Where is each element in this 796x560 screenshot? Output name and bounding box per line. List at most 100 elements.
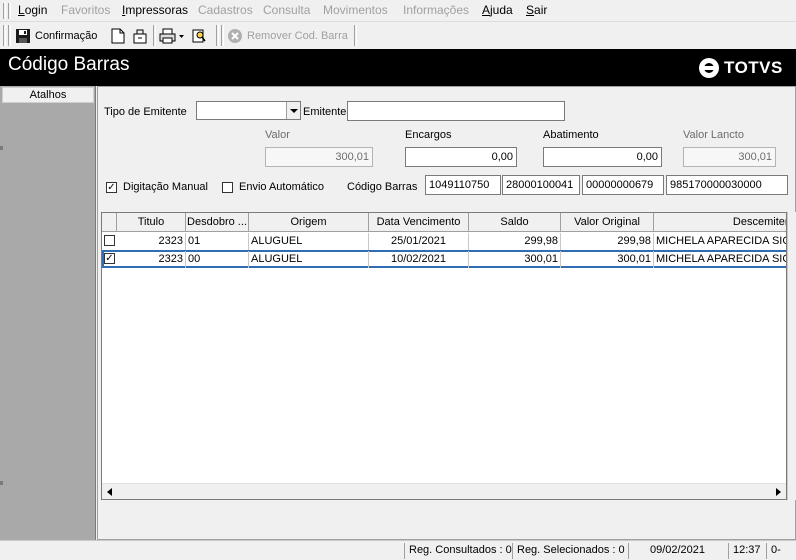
barcode-input-1[interactable]: 1049110750 — [425, 175, 501, 195]
toolbar-grip — [8, 25, 11, 46]
cell-titulo: 2323 — [117, 251, 186, 268]
toolbar-separator — [216, 25, 219, 46]
scroll-left-button[interactable] — [102, 484, 118, 499]
print-button[interactable] — [159, 26, 185, 46]
cell-desdobro: 01 — [186, 233, 249, 250]
grid-header-check[interactable] — [102, 213, 117, 232]
codigo-barras-label: Código Barras — [347, 181, 418, 193]
cell-vencimento: 25/01/2021 — [369, 233, 469, 250]
row-checkbox-cell[interactable] — [102, 233, 117, 250]
menu-impressoras[interactable]: Impressoras — [122, 3, 188, 17]
barcode-input-3[interactable]: 00000000679 — [582, 175, 664, 195]
edit-search-icon — [192, 29, 206, 43]
arrow-left-icon — [107, 488, 112, 496]
grid-header-origem[interactable]: Origem — [249, 213, 369, 232]
confirm-label: Confirmação — [35, 30, 98, 42]
shortcuts-header[interactable]: Atalhos — [2, 87, 94, 103]
status-extra: 0- — [766, 543, 781, 559]
row-checkbox[interactable]: ✓ — [104, 253, 115, 264]
chevron-down-icon[interactable] — [286, 102, 300, 119]
status-bar: Reg. Consultados : 0 Reg. Selecionados :… — [0, 540, 796, 560]
emitente-input[interactable] — [347, 101, 565, 121]
titles-grid: Titulo Desdobro ... Origem Data Vencimen… — [101, 212, 787, 500]
barcode-input-4[interactable]: 985170000030000 — [666, 175, 788, 195]
menu-ajuda[interactable]: Ajuda — [482, 3, 513, 17]
menu-informacoes[interactable]: Informações — [403, 3, 469, 17]
barcode-input-2[interactable]: 28000100041 — [502, 175, 580, 195]
dropdown-arrow-icon[interactable] — [178, 28, 185, 44]
status-time: 12:37 — [728, 543, 761, 559]
new-document-icon — [111, 28, 125, 44]
new-document-button[interactable] — [111, 26, 125, 46]
totvs-logo-icon — [699, 58, 719, 78]
status-consultados: Reg. Consultados : 0 — [404, 543, 512, 559]
abatimento-input[interactable]: 0,00 — [543, 147, 662, 167]
arrow-right-icon — [776, 488, 781, 496]
menu-sair[interactable]: Sair — [526, 3, 547, 17]
envio-automatico-label: Envio Automático — [239, 181, 324, 193]
cell-vencimento: 10/02/2021 — [369, 251, 469, 268]
status-selecionados: Reg. Selecionados : 0 — [512, 543, 625, 559]
menu-grip — [8, 3, 11, 19]
cell-valor-original: 300,01 — [561, 251, 654, 268]
menu-login[interactable]: Login — [18, 3, 47, 17]
brand-logo: TOTVS — [698, 57, 783, 79]
printer-icon — [159, 28, 176, 44]
cell-saldo: 300,01 — [469, 251, 561, 268]
cell-saldo: 299,98 — [469, 233, 561, 250]
remove-barcode-label: Remover Cod. Barra — [247, 30, 348, 42]
grid-header-titulo[interactable]: Titulo — [117, 213, 186, 232]
row-checkbox[interactable] — [104, 235, 115, 246]
menu-movimentos[interactable]: Movimentos — [323, 3, 388, 17]
grid-header-desdobro[interactable]: Desdobro ... — [186, 213, 249, 232]
tipo-emitente-label: Tipo de Emitente — [104, 106, 187, 118]
remove-icon — [228, 29, 242, 43]
toolbar-separator — [221, 25, 224, 46]
status-date: 09/02/2021 — [628, 543, 726, 559]
horizontal-scrollbar[interactable] — [102, 483, 786, 499]
remove-barcode-button[interactable]: Remover Cod. Barra — [227, 26, 348, 46]
menu-consulta[interactable]: Consulta — [263, 3, 310, 17]
grid-header-descemitente[interactable]: Descemiten — [654, 213, 786, 232]
tipo-emitente-select[interactable] — [196, 101, 301, 120]
page-title: Código Barras — [8, 54, 130, 75]
menu-cadastros[interactable]: Cadastros — [198, 3, 253, 17]
abatimento-label: Abatimento — [543, 129, 599, 141]
menu-bar: Login Favoritos Impressoras Cadastros Co… — [0, 0, 796, 22]
emitente-label: Emitente — [303, 106, 347, 118]
vertical-scrollbar[interactable] — [787, 212, 796, 500]
cell-origem: ALUGUEL — [249, 233, 369, 250]
cell-descemitente: MICHELA APARECIDA SIC — [656, 235, 787, 247]
scroll-right-button[interactable] — [770, 484, 786, 499]
encargos-label: Encargos — [405, 129, 452, 141]
menu-favoritos[interactable]: Favoritos — [61, 3, 110, 17]
menu-grip — [3, 3, 6, 19]
cell-desdobro: 00 — [186, 251, 249, 268]
edit-search-button[interactable] — [191, 26, 207, 46]
valor-label: Valor — [265, 129, 290, 141]
export-icon — [133, 29, 147, 44]
title-bar: Código Barras TOTVS — [0, 49, 796, 86]
cell-titulo: 2323 — [117, 233, 186, 250]
export-button[interactable] — [132, 26, 148, 46]
shortcuts-panel: Atalhos — [0, 86, 96, 540]
grid-header-vencimento[interactable]: Data Vencimento — [369, 213, 469, 232]
grid-header-saldo[interactable]: Saldo — [469, 213, 561, 232]
cell-valor-original: 299,98 — [561, 233, 654, 250]
panel-divider — [0, 481, 3, 485]
cell-descemitente: MICHELA APARECIDA SIC — [656, 253, 787, 265]
grid-header-valor-original[interactable]: Valor Original — [561, 213, 654, 232]
valor-field: 300,01 — [265, 147, 373, 167]
encargos-input[interactable]: 0,00 — [405, 147, 517, 167]
envio-automatico-checkbox[interactable] — [222, 182, 233, 193]
toolbar-separator — [153, 25, 156, 46]
digitacao-manual-label: Digitação Manual — [123, 181, 208, 193]
cell-origem: ALUGUEL — [249, 251, 369, 268]
confirm-button[interactable]: Confirmação — [15, 26, 97, 46]
brand-name: TOTVS — [724, 58, 783, 77]
row-checkbox-cell[interactable]: ✓ — [102, 251, 117, 268]
toolbar-grip — [3, 25, 6, 46]
toolbar-separator — [354, 25, 357, 46]
digitacao-manual-checkbox[interactable]: ✓ — [106, 182, 117, 193]
valor-lancto-field: 300,01 — [683, 147, 776, 167]
